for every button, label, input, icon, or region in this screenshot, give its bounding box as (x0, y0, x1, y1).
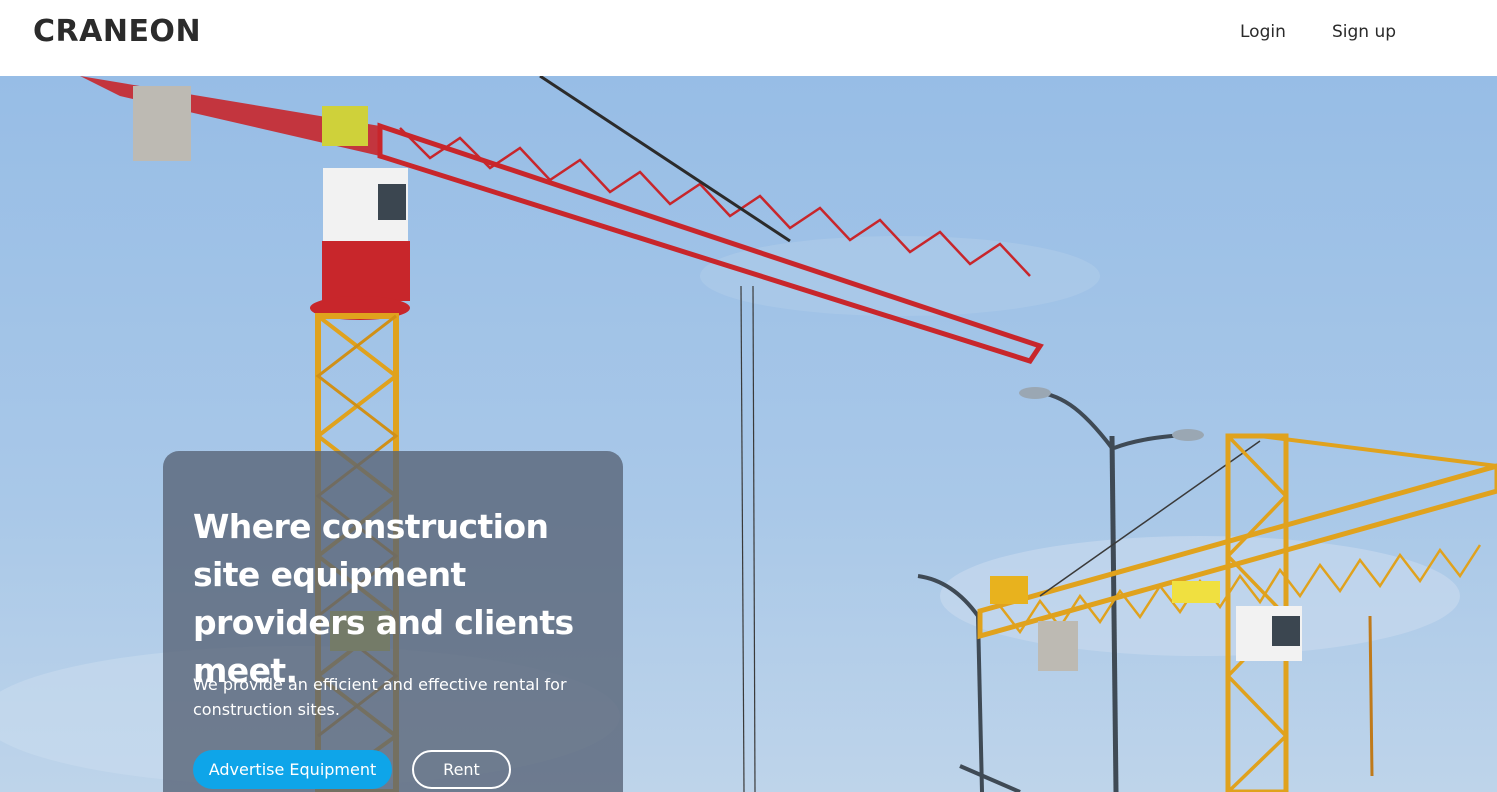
signup-link[interactable]: Sign up (1332, 22, 1396, 42)
hero-card: Where construction site equipment provid… (163, 451, 623, 792)
hero-subtitle: We provide an efficient and effective re… (193, 675, 567, 719)
rent-button[interactable]: Rent (412, 750, 511, 789)
hero-title: Where construction site equipment provid… (193, 507, 574, 690)
login-link[interactable]: Login (1240, 22, 1286, 42)
hero-section: Where construction site equipment provid… (0, 76, 1497, 792)
brand-logo[interactable]: CRANEON (33, 14, 201, 49)
advertise-equipment-button[interactable]: Advertise Equipment (193, 750, 392, 789)
top-navbar: CRANEON Login Sign up (0, 0, 1497, 76)
